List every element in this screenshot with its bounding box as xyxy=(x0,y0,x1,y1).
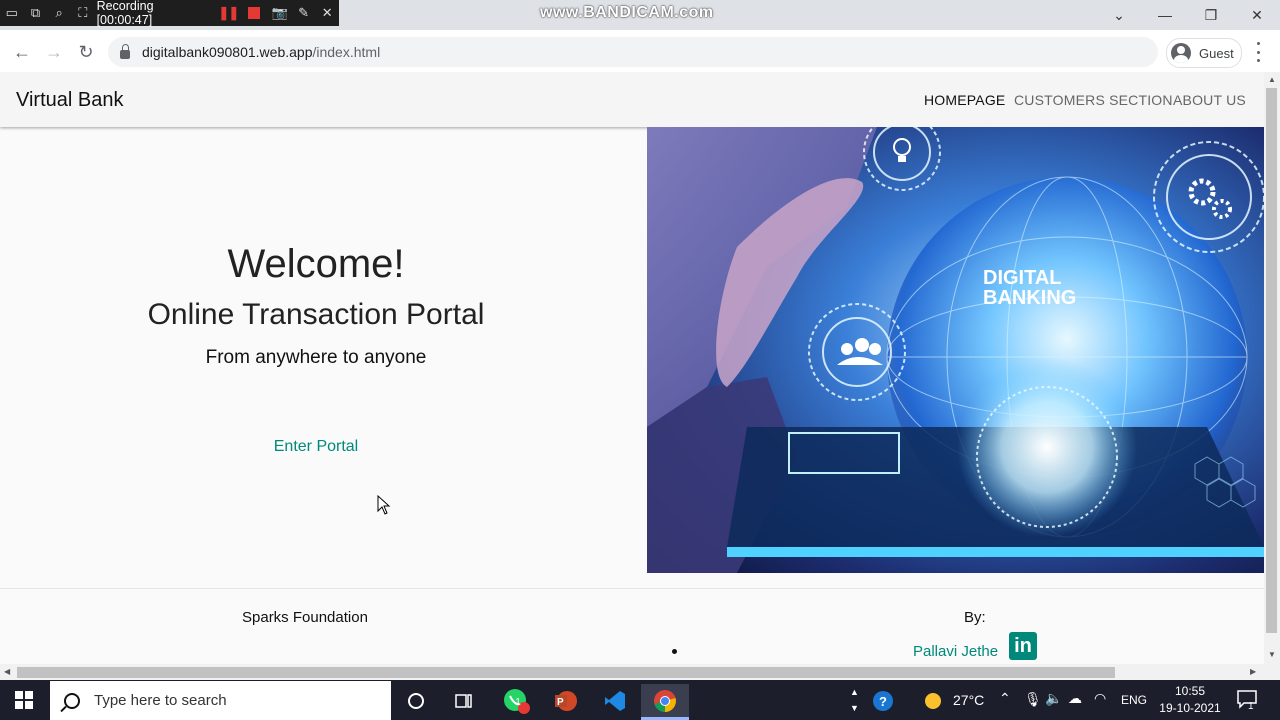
address-bar[interactable]: digitalbank090801.web.app/index.html xyxy=(108,37,1158,67)
weather-sun-icon[interactable] xyxy=(916,684,950,718)
horizontal-scroll-thumb[interactable] xyxy=(17,667,1115,678)
profile-button[interactable]: Guest xyxy=(1166,38,1242,68)
powerpoint-icon[interactable]: P xyxy=(541,684,589,718)
bandicam-watermark: www.BANDICAM.com xyxy=(540,4,714,21)
chevron-down-icon[interactable]: ⌄ xyxy=(1096,0,1142,30)
svg-text:?: ? xyxy=(879,694,887,709)
restore-button[interactable]: ❐ xyxy=(1188,0,1234,30)
url-domain: digitalbank090801.web.app xyxy=(142,44,313,60)
footer-sparks-foundation: Sparks Foundation xyxy=(242,609,368,626)
lock-icon[interactable] xyxy=(120,43,130,59)
clock-date: 19-10-2021 xyxy=(1159,701,1221,715)
url-text[interactable]: digitalbank090801.web.app/index.html xyxy=(142,44,380,60)
chrome-icon[interactable] xyxy=(641,684,689,718)
fullscreen-icon[interactable]: ⧉ xyxy=(27,5,45,20)
author-link[interactable]: Pallavi Jethe xyxy=(913,643,998,660)
url-path: /index.html xyxy=(312,44,381,60)
window-icon[interactable]: ▭ xyxy=(3,5,21,20)
task-view-icon[interactable] xyxy=(440,684,488,718)
clock-time: 10:55 xyxy=(1174,684,1206,698)
recorder-toolbar: ▭ ⧉ ⌕ ⛶ Recording [00:00:47] ❚❚ 📷 ✎ ✕ xyxy=(0,0,339,27)
temperature[interactable]: 27°C xyxy=(953,692,984,708)
taskbar-scroll-arrows[interactable]: ▲ ▼ xyxy=(850,684,859,716)
search-icon xyxy=(64,692,80,709)
stop-icon[interactable] xyxy=(248,7,261,19)
enter-portal-link[interactable]: Enter Portal xyxy=(0,438,632,456)
portal-subheading: Online Transaction Portal xyxy=(147,298,485,331)
menu-kebab-icon[interactable] xyxy=(1250,42,1266,62)
forward-arrow-icon[interactable]: → xyxy=(42,40,66,64)
scroll-up-icon[interactable]: ▲ xyxy=(1268,75,1276,84)
digital-banking-image: DIGITAL BANKING xyxy=(647,127,1264,573)
onedrive-cloud-icon[interactable]: ☁ xyxy=(1068,690,1082,707)
mouse-cursor-icon xyxy=(377,495,391,515)
whatsapp-badge: 1 xyxy=(515,697,521,708)
help-icon[interactable]: ? xyxy=(864,684,902,718)
cortana-icon[interactable] xyxy=(392,684,440,718)
site-brand[interactable]: Virtual Bank xyxy=(16,89,123,112)
vscode-icon[interactable] xyxy=(591,684,639,718)
scroll-down-icon[interactable]: ▼ xyxy=(1268,650,1276,659)
nav-customers-section[interactable]: CUSTOMERS SECTION xyxy=(1014,92,1173,108)
microphone-icon[interactable]: 🎙 xyxy=(1024,691,1042,708)
language-indicator[interactable]: ENG xyxy=(1121,693,1147,707)
footer-by-label: By: xyxy=(964,609,986,626)
volume-icon[interactable]: 🔈 xyxy=(1045,690,1062,707)
back-arrow-icon[interactable]: ← xyxy=(10,40,34,64)
windows-start-icon[interactable] xyxy=(0,680,48,720)
close-icon[interactable]: ✕ xyxy=(318,5,336,20)
tray-chevron-up-icon[interactable]: ⌃ xyxy=(999,690,1011,707)
search-placeholder: Type here to search xyxy=(94,692,227,709)
linkedin-icon[interactable]: in xyxy=(1009,632,1037,660)
tagline: From anywhere to anyone xyxy=(205,347,427,368)
footer-divider xyxy=(0,588,1264,589)
zoom-icon[interactable]: ⌕ xyxy=(50,5,68,20)
reload-icon[interactable]: ↻ xyxy=(74,40,98,64)
capture-area-icon[interactable]: ⛶ xyxy=(74,5,92,20)
pencil-icon[interactable]: ✎ xyxy=(295,5,313,20)
avatar-icon xyxy=(1171,43,1191,63)
taskbar-clock[interactable]: 10:55 19-10-2021 xyxy=(1150,683,1230,717)
pause-icon[interactable]: ❚❚ xyxy=(218,5,239,20)
recording-status: Recording [00:00:47] xyxy=(96,0,154,27)
profile-label: Guest xyxy=(1199,45,1234,61)
notification-icon[interactable] xyxy=(1236,688,1258,710)
web-page: Virtual Bank HOMEPAGE CUSTOMERS SECTION … xyxy=(0,72,1264,664)
nav-about-us[interactable]: ABOUT US xyxy=(1173,92,1246,108)
camera-icon[interactable]: 📷 xyxy=(271,5,289,20)
nav-homepage[interactable]: HOMEPAGE xyxy=(924,92,1005,108)
site-navbar: Virtual Bank HOMEPAGE CUSTOMERS SECTION … xyxy=(0,72,1264,127)
list-bullet xyxy=(672,649,677,654)
wifi-icon[interactable]: ◠ xyxy=(1094,690,1106,707)
scroll-left-icon[interactable]: ◀ xyxy=(4,667,10,676)
taskbar-search-box[interactable]: Type here to search xyxy=(50,681,391,720)
vertical-scroll-thumb[interactable] xyxy=(1266,88,1277,633)
welcome-heading: Welcome! xyxy=(227,242,405,286)
minimize-button[interactable]: — xyxy=(1142,0,1188,30)
notification-count: 1 xyxy=(1248,701,1254,712)
close-window-button[interactable]: ✕ xyxy=(1234,0,1280,30)
svg-text:P: P xyxy=(557,697,564,708)
scroll-right-icon[interactable]: ▶ xyxy=(1250,667,1256,676)
